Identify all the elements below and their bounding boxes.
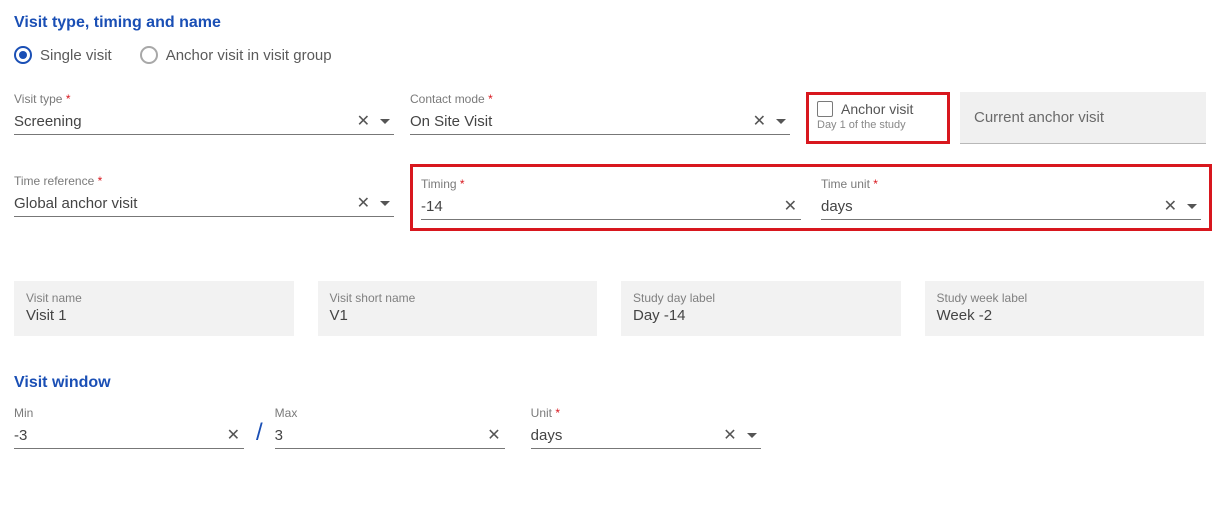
timing-highlight: Timing * ✕ Time unit * days ✕ (410, 164, 1212, 231)
visit-kind-radio-group: Single visit Anchor visit in visit group (14, 46, 1204, 64)
radio-anchor-visit-group[interactable]: Anchor visit in visit group (140, 46, 332, 64)
radio-label: Single visit (40, 47, 112, 64)
chevron-down-icon[interactable] (1187, 204, 1197, 209)
radio-label: Anchor visit in visit group (166, 47, 332, 64)
field-value: days (821, 198, 1160, 215)
info-label: Study week label (937, 291, 1193, 305)
chevron-down-icon[interactable] (776, 119, 786, 124)
info-label: Visit short name (330, 291, 586, 305)
field-label: Contact mode * (410, 92, 790, 106)
info-value: Day -14 (633, 307, 889, 324)
slash-divider-icon: / (252, 419, 267, 449)
checkbox-label: Anchor visit (841, 101, 913, 117)
field-label: Visit type * (14, 92, 394, 106)
visit-type-field[interactable]: Visit type * Screening ✕ (14, 92, 394, 135)
chevron-down-icon[interactable] (747, 433, 757, 438)
generated-labels-row: Visit name Visit 1 Visit short name V1 S… (14, 281, 1204, 336)
window-max-input[interactable] (275, 427, 484, 444)
time-unit-field[interactable]: Time unit * days ✕ (821, 177, 1201, 220)
field-label: Time unit * (821, 177, 1201, 191)
info-label: Visit name (26, 291, 282, 305)
study-week-label-box: Study week label Week -2 (925, 281, 1205, 336)
chevron-down-icon[interactable] (380, 201, 390, 206)
field-value: Global anchor visit (14, 195, 353, 212)
field-label: Time reference * (14, 174, 394, 188)
timing-field[interactable]: Timing * ✕ (421, 177, 801, 220)
info-value: Week -2 (937, 307, 1193, 324)
clear-icon[interactable]: ✕ (353, 193, 374, 213)
visit-name-box: Visit name Visit 1 (14, 281, 294, 336)
info-value: Visit 1 (26, 307, 282, 324)
section-title-window: Visit window (14, 374, 1204, 392)
field-value: On Site Visit (410, 113, 749, 130)
clear-icon[interactable]: ✕ (780, 196, 801, 216)
info-value: V1 (330, 307, 586, 324)
field-label: Min (14, 406, 244, 420)
clear-icon[interactable]: ✕ (1160, 196, 1181, 216)
radio-single-visit[interactable]: Single visit (14, 46, 112, 64)
info-label: Study day label (633, 291, 889, 305)
current-anchor-visit-display: Current anchor visit (960, 92, 1206, 144)
visit-short-name-box: Visit short name V1 (318, 281, 598, 336)
clear-icon[interactable]: ✕ (353, 111, 374, 131)
checkbox-icon (817, 101, 833, 117)
required-asterisk-icon: * (488, 92, 493, 106)
field-label: Max (275, 406, 505, 420)
field-label: Timing * (421, 177, 801, 191)
field-value: Screening (14, 113, 353, 130)
contact-mode-field[interactable]: Contact mode * On Site Visit ✕ (410, 92, 790, 135)
clear-icon[interactable]: ✕ (749, 111, 770, 131)
field-label: Unit * (531, 406, 761, 420)
clear-icon[interactable]: ✕ (223, 425, 244, 445)
clear-icon[interactable]: ✕ (483, 425, 504, 445)
required-asterisk-icon: * (460, 177, 465, 191)
required-asterisk-icon: * (98, 174, 103, 188)
window-max-field[interactable]: Max ✕ (275, 406, 505, 449)
clear-icon[interactable]: ✕ (719, 425, 740, 445)
required-asterisk-icon: * (555, 406, 560, 420)
time-reference-field[interactable]: Time reference * Global anchor visit ✕ (14, 174, 394, 217)
chevron-down-icon[interactable] (380, 119, 390, 124)
anchor-visit-highlight: Anchor visit Day 1 of the study (806, 92, 950, 144)
timing-input[interactable] (421, 198, 780, 215)
radio-icon (14, 46, 32, 64)
required-asterisk-icon: * (873, 177, 878, 191)
section-title-visit: Visit type, timing and name (14, 14, 1204, 32)
window-min-field[interactable]: Min ✕ (14, 406, 244, 449)
window-unit-field[interactable]: Unit * days ✕ (531, 406, 761, 449)
window-min-input[interactable] (14, 427, 223, 444)
anchor-visit-subtext: Day 1 of the study (817, 119, 939, 131)
anchor-visit-checkbox[interactable]: Anchor visit (817, 101, 939, 117)
study-day-label-box: Study day label Day -14 (621, 281, 901, 336)
required-asterisk-icon: * (66, 92, 71, 106)
field-value: days (531, 427, 720, 444)
radio-icon (140, 46, 158, 64)
